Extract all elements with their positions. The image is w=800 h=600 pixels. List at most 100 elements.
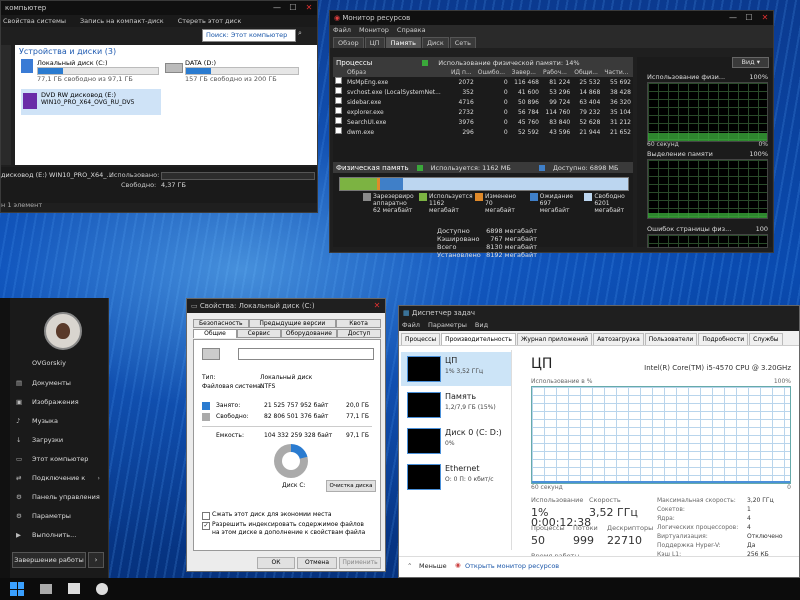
- column-header[interactable]: Рабоч...: [540, 68, 573, 77]
- ok-button[interactable]: ОК: [257, 557, 295, 569]
- row-checkbox[interactable]: [333, 87, 345, 97]
- explorer-titlebar[interactable]: компьютер — ☐ ✕: [1, 1, 317, 15]
- close-icon[interactable]: ✕: [757, 11, 773, 25]
- close-icon[interactable]: ✕: [369, 299, 385, 313]
- checkbox-box[interactable]: [335, 77, 342, 84]
- table-row[interactable]: SearchUI.exe 3976 0 45 760 83 840 52 628 31 21…: [333, 117, 633, 127]
- tab-security[interactable]: Безопасность: [193, 319, 249, 328]
- tab-memory[interactable]: Память: [385, 37, 421, 48]
- tab-general[interactable]: Общие: [193, 329, 237, 338]
- taskmgr-tab[interactable]: Производительность: [441, 333, 516, 345]
- checkbox-box[interactable]: [335, 87, 342, 94]
- start-menu-item[interactable]: ⇄ Подключение к ›: [10, 469, 106, 488]
- taskmgr-tab[interactable]: Службы: [749, 333, 783, 345]
- row-checkbox[interactable]: [333, 117, 345, 127]
- start-menu-item[interactable]: ♪ Музыка: [10, 412, 106, 431]
- column-header[interactable]: Образ: [344, 68, 449, 77]
- table-row[interactable]: MsMpEng.exe 2072 0 116 468 81 224 25 532 55 69…: [333, 77, 633, 87]
- taskmgr-tab[interactable]: Автозагрузка: [593, 333, 644, 345]
- perf-sidebar-item[interactable]: ЦП 1% 3,52 ГГц: [401, 352, 511, 386]
- row-checkbox[interactable]: [333, 97, 345, 107]
- drive-d[interactable]: DATA (D:) 157 ГБ свободно из 200 ГБ: [165, 59, 305, 83]
- maximize-icon[interactable]: ☐: [741, 11, 757, 25]
- system-properties-button[interactable]: Свойства системы: [3, 17, 66, 25]
- burn-disc-button[interactable]: Запись на компакт-диск: [80, 17, 164, 25]
- table-row[interactable]: explorer.exe 2732 0 56 784 114 760 79 232 35 1…: [333, 107, 633, 117]
- start-menu-item[interactable]: ⚙ Панель управления: [10, 488, 106, 507]
- row-checkbox[interactable]: [333, 127, 345, 137]
- menu-options[interactable]: Параметры: [428, 320, 467, 331]
- checkbox-box[interactable]: [335, 117, 342, 124]
- volume-label-input[interactable]: [238, 348, 374, 360]
- minimize-icon[interactable]: —: [725, 11, 741, 25]
- close-icon[interactable]: ✕: [301, 1, 317, 15]
- minimize-icon[interactable]: —: [269, 1, 285, 15]
- drive-e[interactable]: DVD RW дисковод (E:) WIN10_PRO_X64_OVG_R…: [21, 89, 161, 115]
- start-menu-item[interactable]: ▣ Изображения: [10, 393, 106, 412]
- row-checkbox[interactable]: [333, 77, 345, 87]
- props-titlebar[interactable]: ▭ Свойства: Локальный диск (C:) ✕: [187, 299, 385, 313]
- processes-header[interactable]: Процессы Использование физической памяти…: [333, 57, 633, 68]
- taskmgr-tab[interactable]: Журнал приложений: [516, 333, 593, 345]
- menu-monitor[interactable]: Монитор: [359, 25, 389, 36]
- search-input[interactable]: Поиск: Этот компьютер: [203, 31, 287, 39]
- taskmgr-tab[interactable]: Процессы: [401, 333, 441, 345]
- start-user-name[interactable]: OVGorskiy: [10, 356, 106, 374]
- compress-checkbox[interactable]: [202, 512, 210, 520]
- open-resmon-link[interactable]: Открыть монитор ресурсов: [465, 562, 559, 570]
- apply-button[interactable]: Применить: [339, 557, 381, 569]
- maximize-icon[interactable]: ☐: [285, 1, 301, 15]
- fewer-details-link[interactable]: Меньше: [419, 562, 447, 570]
- column-header[interactable]: [333, 68, 345, 77]
- drive-c[interactable]: Локальный диск (C:) 77,1 ГБ свободно из …: [21, 59, 161, 83]
- perf-sidebar-item[interactable]: Память 1,2/7,9 ГБ (15%): [401, 388, 511, 422]
- tab-cpu[interactable]: ЦП: [364, 37, 385, 48]
- erase-disc-button[interactable]: Стереть этот диск: [178, 17, 242, 25]
- user-avatar[interactable]: [44, 312, 82, 350]
- column-header[interactable]: ИД п...: [448, 68, 476, 77]
- menu-file[interactable]: Файл: [333, 25, 351, 36]
- taskmgr-tab[interactable]: Пользователи: [644, 333, 698, 345]
- row-checkbox[interactable]: [333, 107, 345, 117]
- shutdown-button[interactable]: Завершение работы: [12, 552, 86, 568]
- perf-sidebar-item[interactable]: Ethernet О: 0 П: 0 кбит/с: [401, 460, 511, 494]
- column-header[interactable]: Ошибо...: [475, 68, 510, 77]
- explorer-taskbar-icon[interactable]: [68, 583, 80, 594]
- column-header[interactable]: Завер...: [509, 68, 541, 77]
- tab-network[interactable]: Сеть: [449, 37, 476, 48]
- checkbox-box[interactable]: [335, 107, 342, 114]
- resmon-titlebar[interactable]: ◉ Монитор ресурсов — ☐ ✕: [330, 11, 773, 25]
- index-checkbox[interactable]: ✓: [202, 522, 210, 530]
- table-row[interactable]: svchost.exe (LocalSystemNet... 352 0 41 600…: [333, 87, 633, 97]
- network-icon[interactable]: [40, 584, 52, 594]
- search-box[interactable]: Поиск: Этот компьютер: [202, 29, 296, 42]
- chevron-up-icon[interactable]: ⌃: [407, 562, 412, 570]
- menu-file[interactable]: Файл: [402, 320, 420, 331]
- column-header[interactable]: Части...: [602, 68, 633, 77]
- start-menu-item[interactable]: ▭ Этот компьютер: [10, 450, 106, 469]
- tab-tools[interactable]: Сервис: [236, 329, 281, 338]
- disk-cleanup-button[interactable]: Очистка диска: [326, 480, 376, 492]
- physical-memory-header[interactable]: Физическая память Используется: 1162 МБ …: [333, 162, 633, 173]
- taskmgr-tab[interactable]: Подробности: [698, 333, 749, 345]
- taskmgr-titlebar[interactable]: ▦ Диспетчер задач: [399, 306, 799, 320]
- tab-previous-versions[interactable]: Предыдущие версии: [248, 319, 337, 328]
- start-button[interactable]: [10, 582, 24, 596]
- start-menu-item[interactable]: ▤ Документы: [10, 374, 106, 393]
- search-icon[interactable]: ⌕: [298, 29, 312, 40]
- tab-sharing[interactable]: Доступ: [337, 329, 381, 338]
- tab-disk[interactable]: Диск: [421, 37, 449, 48]
- cancel-button[interactable]: Отмена: [297, 557, 337, 569]
- table-row[interactable]: sidebar.exe 4716 0 50 896 99 724 63 404 36 320: [333, 97, 633, 107]
- start-menu-item[interactable]: ↓ Загрузки: [10, 431, 106, 450]
- tab-hardware[interactable]: Оборудование: [280, 329, 338, 338]
- resmon-taskbar-icon[interactable]: [96, 583, 108, 595]
- table-row[interactable]: dwm.exe 296 0 52 592 43 596 21 944 21 652: [333, 127, 633, 137]
- perf-sidebar-item[interactable]: Диск 0 (C: D:) 0%: [401, 424, 511, 458]
- menu-help[interactable]: Справка: [397, 25, 426, 36]
- start-menu-item[interactable]: ⚙ Параметры: [10, 507, 106, 526]
- column-header[interactable]: Общи...: [572, 68, 603, 77]
- checkbox-box[interactable]: [335, 127, 342, 134]
- start-menu-item[interactable]: ▶ Выполнить...: [10, 526, 106, 545]
- tab-quota[interactable]: Квота: [336, 319, 381, 328]
